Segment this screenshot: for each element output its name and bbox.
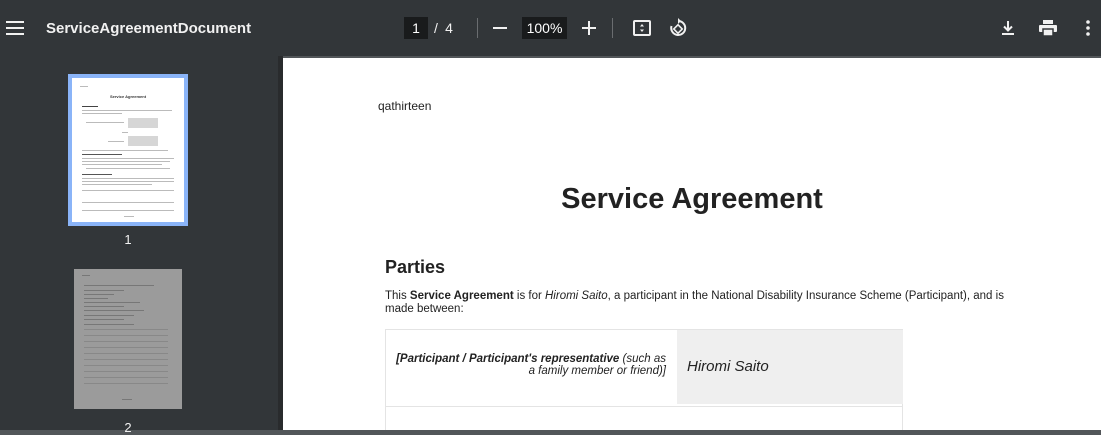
fit-to-page-icon[interactable] — [630, 16, 654, 40]
document-title: ServiceAgreementDocument — [46, 19, 252, 37]
pdf-toolbar: ServiceAgreementDocument 1 / 4 100% — [0, 0, 1101, 56]
toolbar-divider — [477, 18, 478, 38]
participant-label-cell: [Participant / Participant's representat… — [396, 353, 666, 377]
participant-name-cell: Hiromi Saito — [677, 330, 903, 404]
intro-paragraph: This Service Agreement is for Hiromi Sai… — [385, 290, 1004, 315]
page-thumbnail-2[interactable] — [74, 269, 182, 409]
table-row — [386, 406, 902, 430]
minus-icon[interactable] — [488, 16, 512, 40]
plus-icon[interactable] — [577, 16, 601, 40]
section-heading-parties: Parties — [385, 257, 446, 277]
download-icon[interactable] — [996, 16, 1020, 40]
thumbnail-page-number: 1 — [124, 232, 132, 247]
print-icon[interactable] — [1036, 16, 1060, 40]
total-pages: 4 — [445, 20, 453, 36]
page-thumbnail-1[interactable]: Service Agreement — [68, 74, 188, 226]
more-vertical-icon[interactable] — [1076, 16, 1100, 40]
pdf-page: qathirteen Service Agreement Parties Thi… — [283, 58, 1101, 430]
parties-table: [Participant / Participant's representat… — [385, 329, 903, 430]
document-title-heading: Service Agreement — [561, 183, 823, 215]
page-separator: / — [434, 20, 438, 36]
current-page-input[interactable]: 1 — [404, 17, 428, 39]
thumbnail-title: Service Agreement — [109, 94, 147, 99]
thumbnail-page-number: 2 — [124, 420, 132, 435]
zoom-level-input[interactable]: 100% — [522, 17, 567, 39]
hamburger-menu-icon[interactable] — [0, 14, 26, 42]
toolbar-divider — [612, 18, 613, 38]
page-header-text: qathirteen — [378, 99, 432, 113]
rotate-icon[interactable] — [666, 16, 690, 40]
